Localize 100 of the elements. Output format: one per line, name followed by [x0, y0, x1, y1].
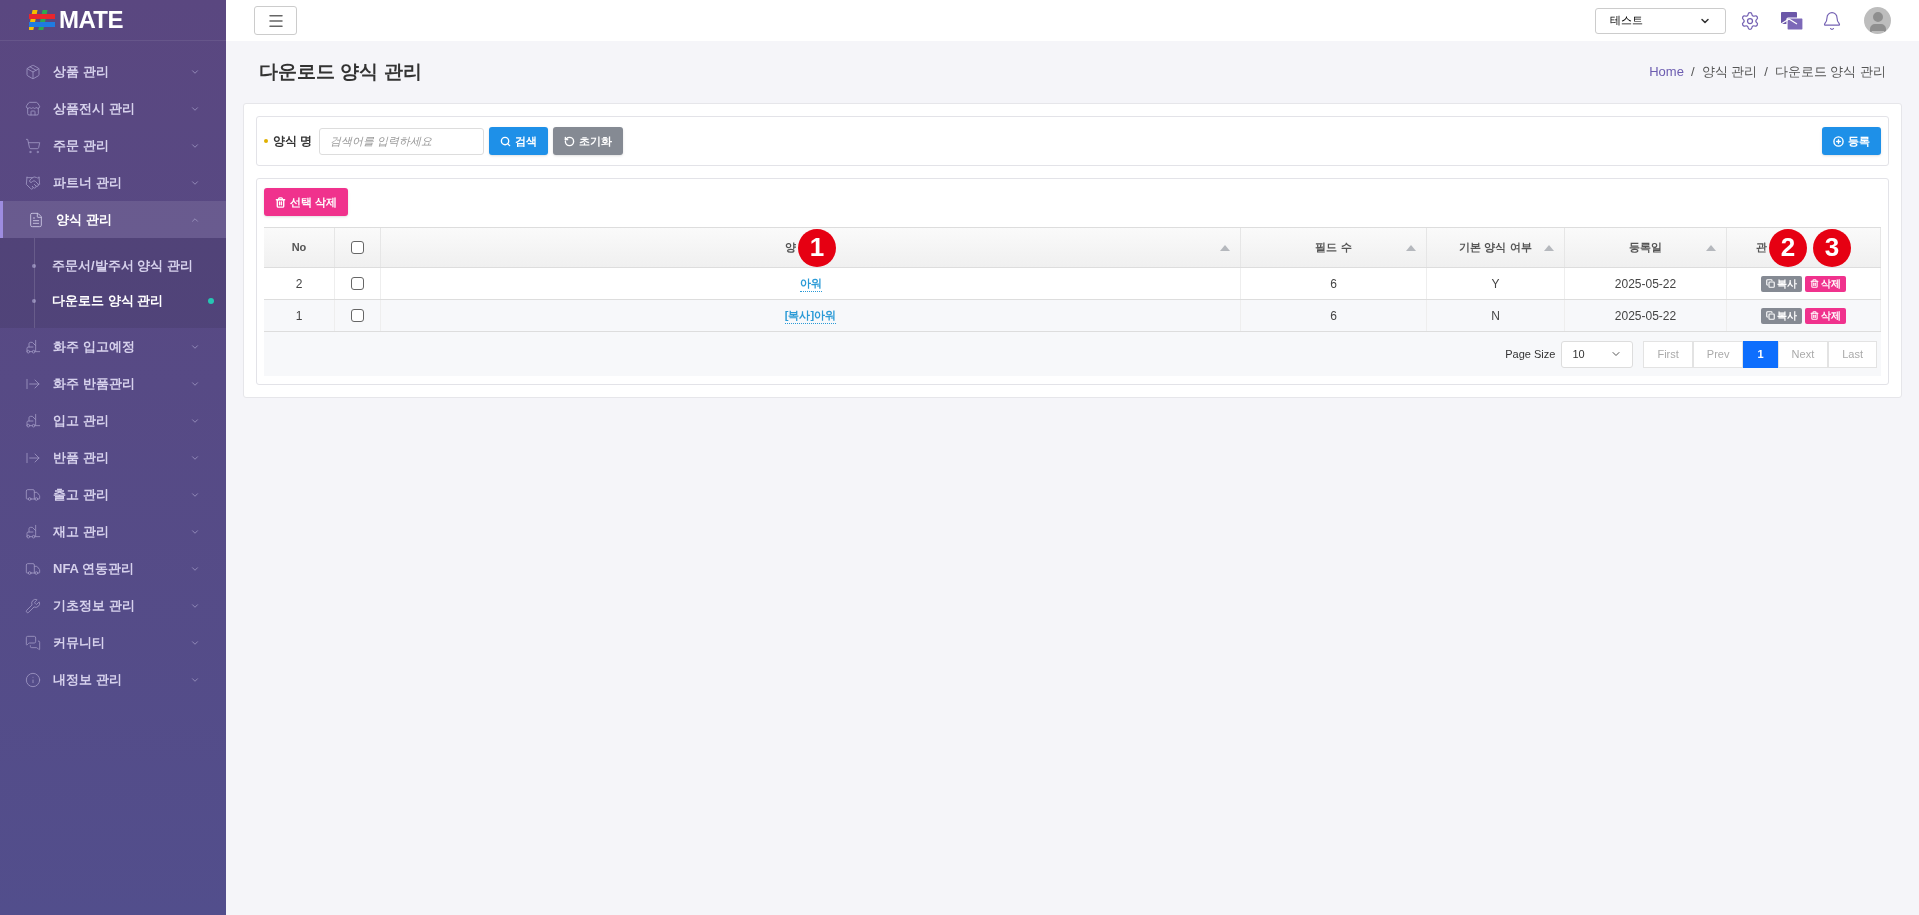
table-cell-text: 6 [1330, 275, 1337, 293]
breadcrumb-item: 다운로드 양식 관리 [1774, 63, 1886, 82]
form-name-link[interactable]: [복사]아워 [784, 306, 837, 325]
sidebar-item[interactable]: 파트너 관리 [0, 164, 226, 201]
column-header[interactable]: 필드 수 [1241, 228, 1427, 267]
sidebar-item[interactable]: 출고 관리 [0, 476, 226, 513]
delete-button[interactable]: 삭제 [1805, 307, 1846, 324]
sidebar-item[interactable]: 주문 관리 [0, 127, 226, 164]
copy-icon [1766, 279, 1775, 288]
delete-selected-button[interactable]: 선택 삭제 [264, 188, 349, 216]
header-label: 양 [785, 240, 796, 256]
handshake-icon [25, 174, 41, 191]
submenu-item[interactable]: 다운로드 양식 관리 [0, 283, 226, 318]
sidebar-item[interactable]: 입고 관리 [0, 402, 226, 439]
column-header[interactable]: 관 2 3 [1727, 228, 1881, 267]
sidebar-item[interactable]: 상품전시 관리 [0, 90, 226, 127]
breadcrumb-link[interactable]: Home [1649, 62, 1684, 82]
copy-button[interactable]: 복사 [1761, 275, 1802, 292]
info-icon [25, 671, 41, 688]
search-button[interactable]: 검색 [489, 127, 549, 155]
sidebar-item[interactable]: 상품 관리 [0, 53, 226, 90]
page-button[interactable]: 1 [1743, 340, 1778, 368]
delete-button[interactable]: 삭제 [1805, 275, 1846, 292]
checkbox[interactable] [351, 241, 364, 254]
copy-icon [1766, 311, 1775, 320]
search-icon [500, 135, 512, 147]
reset-button[interactable]: 초기화 [553, 127, 624, 155]
chat-icon [25, 634, 41, 651]
menu-label: NFA 연동관리 [53, 559, 136, 578]
copy-button[interactable]: 복사 [1761, 307, 1802, 324]
menu-label: 화주 입고예정 [53, 337, 136, 356]
truck-icon [25, 560, 41, 577]
company-select[interactable]: 테스트 [1595, 7, 1726, 34]
page-size-select[interactable]: 10 [1561, 340, 1634, 368]
menu-button[interactable] [254, 6, 297, 35]
document-icon [28, 211, 44, 228]
sidebar-item[interactable]: 반품 관리 [0, 439, 226, 476]
header-label: No [291, 240, 307, 256]
avatar[interactable] [1864, 7, 1891, 34]
trash-icon [1810, 311, 1819, 320]
menu-label: 주문 관리 [53, 136, 110, 155]
sidebar-item[interactable]: 재고 관리 [0, 513, 226, 550]
select-value: 테스트 [1610, 13, 1643, 29]
menu-label: 다운로드 양식 관리 [52, 291, 165, 310]
menu-label: 내정보 관리 [53, 670, 123, 689]
plus-circle-icon [1833, 135, 1844, 147]
sort-icon[interactable] [1406, 245, 1416, 251]
cards-icon[interactable] [1780, 10, 1804, 31]
column-header[interactable]: 등록일 [1565, 228, 1727, 267]
sidebar-item[interactable]: NFA 연동관리 [0, 550, 226, 587]
table-cell-text: 1 [295, 307, 303, 325]
page-title: 다운로드 양식 관리 [259, 59, 422, 84]
menu-label: 파트너 관리 [53, 173, 123, 192]
sidebar-item[interactable]: 화주 입고예정 [0, 328, 226, 365]
column-header[interactable]: No [264, 228, 335, 267]
search-label: 양식 명 [273, 133, 313, 150]
box-icon [25, 63, 41, 80]
breadcrumb-separator: / [1764, 63, 1768, 82]
table-cell-text: Y [1491, 275, 1500, 293]
menu-label: 양식 관리 [56, 210, 113, 229]
logo-icon [29, 8, 55, 32]
number-marker: 2 [1769, 228, 1807, 267]
trash-icon [1810, 279, 1819, 288]
header-label: 등록일 [1629, 240, 1662, 256]
menu-label: 상품전시 관리 [53, 99, 136, 118]
forklift-icon [25, 338, 41, 355]
logo-text: MATE [59, 5, 123, 35]
column-header[interactable]: 기본 양식 여부 [1427, 228, 1565, 267]
menu-label: 주문서/발주서 양식 관리 [52, 256, 194, 275]
table-cell-text: 2025-05-22 [1614, 307, 1677, 325]
settings-icon[interactable] [1740, 10, 1760, 31]
menu-label: 재고 관리 [53, 522, 110, 541]
menu-label: 상품 관리 [53, 62, 110, 81]
search-field[interactable]: 검색어를 입력하세요 [319, 127, 485, 155]
register-button[interactable]: 등록 [1822, 127, 1881, 155]
sidebar-item[interactable]: 양식 관리 [0, 201, 226, 238]
header-label: 필드 수 [1315, 240, 1352, 256]
reset-icon [564, 135, 576, 147]
sort-icon[interactable] [1220, 245, 1230, 251]
checkbox[interactable] [351, 277, 364, 290]
submenu-item[interactable]: 주문서/발주서 양식 관리 [0, 248, 226, 283]
store-icon [25, 100, 41, 117]
form-name-link[interactable]: 아워 [799, 274, 822, 293]
menu-label: 출고 관리 [53, 485, 110, 504]
sidebar-item[interactable]: 커뮤니티 [0, 624, 226, 661]
checkbox[interactable] [351, 309, 364, 322]
sort-icon[interactable] [1706, 245, 1716, 251]
menu-label: 기초정보 관리 [53, 596, 136, 615]
select-value: 10 [1572, 346, 1585, 362]
sort-icon[interactable] [1544, 245, 1554, 251]
sidebar-item[interactable]: 내정보 관리 [0, 661, 226, 698]
bell-icon[interactable] [1822, 10, 1842, 31]
column-header[interactable]: 양 1 [381, 228, 1241, 267]
sidebar-item[interactable]: 화주 반품관리 [0, 365, 226, 402]
header-label: 기본 양식 여부 [1459, 240, 1532, 256]
sidebar-item[interactable]: 기초정보 관리 [0, 587, 226, 624]
truck-icon [25, 486, 41, 503]
menu-label: 화주 반품관리 [53, 374, 136, 393]
table-cell-text: 2025-05-22 [1614, 275, 1677, 293]
menu-label: 반품 관리 [53, 448, 110, 467]
